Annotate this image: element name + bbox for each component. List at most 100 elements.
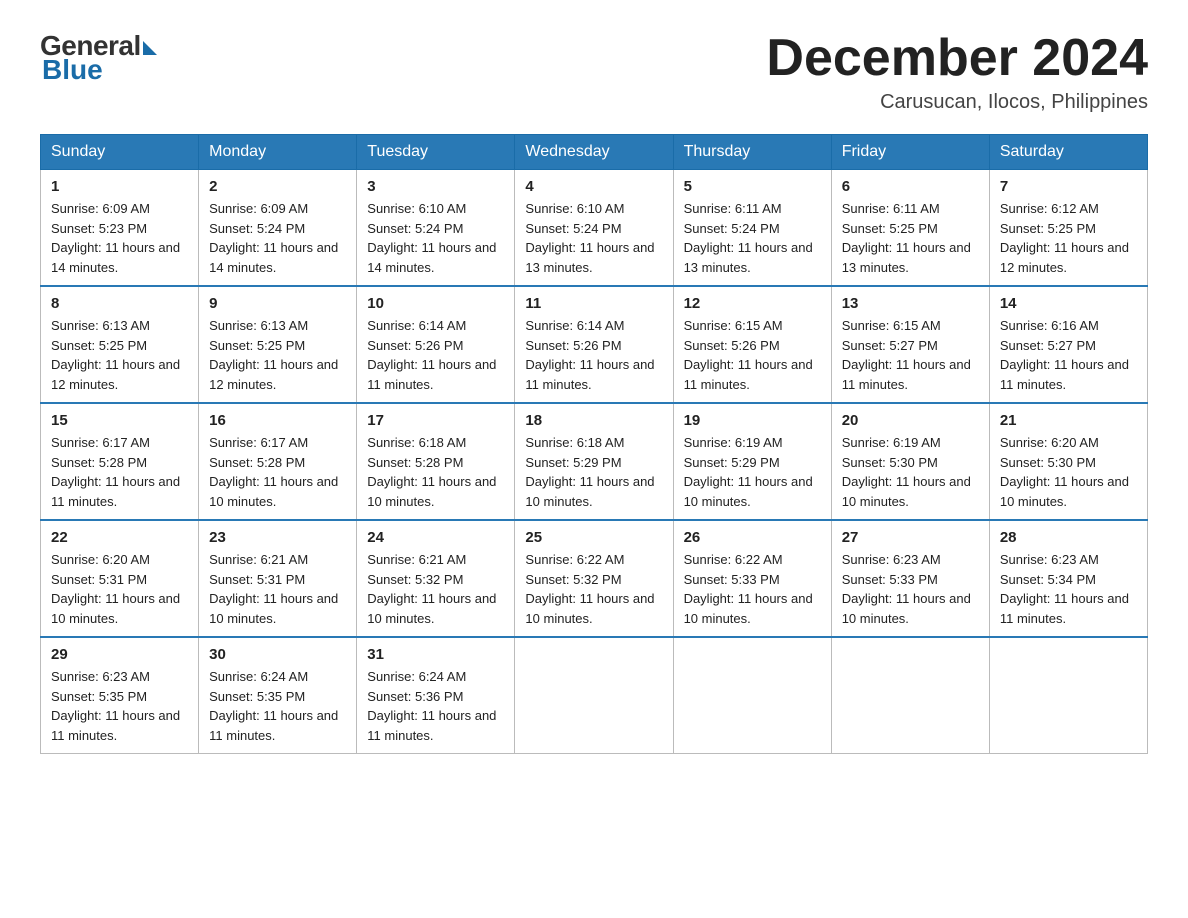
daylight-label: Daylight: 11 hours and 10 minutes. bbox=[209, 591, 338, 626]
day-info: Sunrise: 6:20 AM Sunset: 5:30 PM Dayligh… bbox=[1000, 433, 1137, 511]
calendar-day-cell: 17 Sunrise: 6:18 AM Sunset: 5:28 PM Dayl… bbox=[357, 403, 515, 520]
sunset-value: 5:24 PM bbox=[415, 221, 463, 236]
sunset-label: Sunset: bbox=[209, 221, 257, 236]
day-info: Sunrise: 6:23 AM Sunset: 5:35 PM Dayligh… bbox=[51, 667, 188, 745]
day-info: Sunrise: 6:17 AM Sunset: 5:28 PM Dayligh… bbox=[51, 433, 188, 511]
calendar-day-cell: 5 Sunrise: 6:11 AM Sunset: 5:24 PM Dayli… bbox=[673, 170, 831, 287]
sunset-label: Sunset: bbox=[367, 689, 415, 704]
title-area: December 2024 Carusucan, Ilocos, Philipp… bbox=[766, 30, 1148, 114]
calendar-day-cell: 14 Sunrise: 6:16 AM Sunset: 5:27 PM Dayl… bbox=[989, 286, 1147, 403]
daylight-label: Daylight: 11 hours and 11 minutes. bbox=[1000, 357, 1129, 392]
sunset-label: Sunset: bbox=[1000, 221, 1048, 236]
calendar-day-cell: 3 Sunrise: 6:10 AM Sunset: 5:24 PM Dayli… bbox=[357, 170, 515, 287]
daylight-label: Daylight: 11 hours and 10 minutes. bbox=[367, 474, 496, 509]
sunrise-value: 6:20 AM bbox=[1051, 435, 1099, 450]
sunrise-value: 6:18 AM bbox=[419, 435, 467, 450]
sunrise-label: Sunrise: bbox=[51, 552, 102, 567]
calendar-day-cell: 27 Sunrise: 6:23 AM Sunset: 5:33 PM Dayl… bbox=[831, 520, 989, 637]
sunset-label: Sunset: bbox=[1000, 338, 1048, 353]
daylight-label: Daylight: 11 hours and 10 minutes. bbox=[1000, 474, 1129, 509]
daylight-label: Daylight: 11 hours and 11 minutes. bbox=[684, 357, 813, 392]
day-number: 24 bbox=[367, 529, 504, 546]
sunset-label: Sunset: bbox=[51, 221, 99, 236]
sunset-value: 5:26 PM bbox=[415, 338, 463, 353]
sunrise-value: 6:22 AM bbox=[577, 552, 625, 567]
calendar-day-cell: 8 Sunrise: 6:13 AM Sunset: 5:25 PM Dayli… bbox=[41, 286, 199, 403]
daylight-label: Daylight: 11 hours and 11 minutes. bbox=[525, 357, 654, 392]
sunrise-label: Sunrise: bbox=[367, 435, 418, 450]
calendar-day-cell: 29 Sunrise: 6:23 AM Sunset: 5:35 PM Dayl… bbox=[41, 637, 199, 754]
calendar-day-cell: 2 Sunrise: 6:09 AM Sunset: 5:24 PM Dayli… bbox=[199, 170, 357, 287]
sunset-label: Sunset: bbox=[525, 221, 573, 236]
sunset-value: 5:25 PM bbox=[889, 221, 937, 236]
daylight-label: Daylight: 11 hours and 13 minutes. bbox=[684, 240, 813, 275]
day-number: 21 bbox=[1000, 412, 1137, 429]
sunrise-label: Sunrise: bbox=[367, 552, 418, 567]
calendar-day-cell: 15 Sunrise: 6:17 AM Sunset: 5:28 PM Dayl… bbox=[41, 403, 199, 520]
sunrise-value: 6:23 AM bbox=[893, 552, 941, 567]
day-info: Sunrise: 6:18 AM Sunset: 5:28 PM Dayligh… bbox=[367, 433, 504, 511]
day-number: 17 bbox=[367, 412, 504, 429]
daylight-label: Daylight: 11 hours and 13 minutes. bbox=[525, 240, 654, 275]
location: Carusucan, Ilocos, Philippines bbox=[766, 91, 1148, 114]
sunset-value: 5:24 PM bbox=[573, 221, 621, 236]
day-info: Sunrise: 6:20 AM Sunset: 5:31 PM Dayligh… bbox=[51, 550, 188, 628]
day-info: Sunrise: 6:09 AM Sunset: 5:23 PM Dayligh… bbox=[51, 199, 188, 277]
sunset-value: 5:33 PM bbox=[889, 572, 937, 587]
sunrise-label: Sunrise: bbox=[842, 552, 893, 567]
sunset-value: 5:34 PM bbox=[1048, 572, 1096, 587]
sunrise-value: 6:11 AM bbox=[893, 201, 940, 216]
day-number: 15 bbox=[51, 412, 188, 429]
sunset-label: Sunset: bbox=[684, 221, 732, 236]
day-number: 8 bbox=[51, 295, 188, 312]
sunset-value: 5:24 PM bbox=[257, 221, 305, 236]
day-info: Sunrise: 6:12 AM Sunset: 5:25 PM Dayligh… bbox=[1000, 199, 1137, 277]
day-info: Sunrise: 6:16 AM Sunset: 5:27 PM Dayligh… bbox=[1000, 316, 1137, 394]
sunrise-value: 6:21 AM bbox=[419, 552, 467, 567]
calendar-day-cell bbox=[831, 637, 989, 754]
sunrise-value: 6:21 AM bbox=[260, 552, 308, 567]
sunset-label: Sunset: bbox=[684, 338, 732, 353]
sunset-value: 5:32 PM bbox=[573, 572, 621, 587]
calendar-day-cell: 28 Sunrise: 6:23 AM Sunset: 5:34 PM Dayl… bbox=[989, 520, 1147, 637]
daylight-label: Daylight: 11 hours and 10 minutes. bbox=[842, 474, 971, 509]
sunset-label: Sunset: bbox=[209, 338, 257, 353]
calendar-week-row: 29 Sunrise: 6:23 AM Sunset: 5:35 PM Dayl… bbox=[41, 637, 1148, 754]
day-info: Sunrise: 6:11 AM Sunset: 5:25 PM Dayligh… bbox=[842, 199, 979, 277]
sunrise-label: Sunrise: bbox=[209, 318, 260, 333]
calendar-day-cell: 18 Sunrise: 6:18 AM Sunset: 5:29 PM Dayl… bbox=[515, 403, 673, 520]
daylight-label: Daylight: 11 hours and 12 minutes. bbox=[209, 357, 338, 392]
day-of-week-header: Wednesday bbox=[515, 135, 673, 170]
calendar-day-cell: 1 Sunrise: 6:09 AM Sunset: 5:23 PM Dayli… bbox=[41, 170, 199, 287]
day-number: 18 bbox=[525, 412, 662, 429]
sunrise-label: Sunrise: bbox=[1000, 201, 1051, 216]
day-number: 27 bbox=[842, 529, 979, 546]
sunrise-label: Sunrise: bbox=[209, 201, 260, 216]
sunset-label: Sunset: bbox=[367, 455, 415, 470]
sunrise-label: Sunrise: bbox=[209, 435, 260, 450]
sunset-value: 5:25 PM bbox=[1048, 221, 1096, 236]
calendar-day-cell: 21 Sunrise: 6:20 AM Sunset: 5:30 PM Dayl… bbox=[989, 403, 1147, 520]
day-info: Sunrise: 6:18 AM Sunset: 5:29 PM Dayligh… bbox=[525, 433, 662, 511]
calendar-day-cell: 11 Sunrise: 6:14 AM Sunset: 5:26 PM Dayl… bbox=[515, 286, 673, 403]
sunset-label: Sunset: bbox=[51, 455, 99, 470]
day-of-week-header: Tuesday bbox=[357, 135, 515, 170]
daylight-label: Daylight: 11 hours and 11 minutes. bbox=[1000, 591, 1129, 626]
calendar-header-row: SundayMondayTuesdayWednesdayThursdayFrid… bbox=[41, 135, 1148, 170]
calendar-week-row: 15 Sunrise: 6:17 AM Sunset: 5:28 PM Dayl… bbox=[41, 403, 1148, 520]
day-number: 19 bbox=[684, 412, 821, 429]
day-info: Sunrise: 6:19 AM Sunset: 5:29 PM Dayligh… bbox=[684, 433, 821, 511]
daylight-label: Daylight: 11 hours and 12 minutes. bbox=[1000, 240, 1129, 275]
calendar-day-cell: 20 Sunrise: 6:19 AM Sunset: 5:30 PM Dayl… bbox=[831, 403, 989, 520]
page-header: General Blue December 2024 Carusucan, Il… bbox=[40, 30, 1148, 114]
sunset-label: Sunset: bbox=[842, 338, 890, 353]
day-info: Sunrise: 6:10 AM Sunset: 5:24 PM Dayligh… bbox=[525, 199, 662, 277]
sunrise-label: Sunrise: bbox=[367, 669, 418, 684]
logo-arrow-icon bbox=[143, 41, 157, 55]
sunrise-value: 6:24 AM bbox=[419, 669, 467, 684]
calendar-week-row: 1 Sunrise: 6:09 AM Sunset: 5:23 PM Dayli… bbox=[41, 170, 1148, 287]
daylight-label: Daylight: 11 hours and 10 minutes. bbox=[842, 591, 971, 626]
sunset-label: Sunset: bbox=[842, 455, 890, 470]
sunrise-label: Sunrise: bbox=[51, 435, 102, 450]
calendar-day-cell: 13 Sunrise: 6:15 AM Sunset: 5:27 PM Dayl… bbox=[831, 286, 989, 403]
